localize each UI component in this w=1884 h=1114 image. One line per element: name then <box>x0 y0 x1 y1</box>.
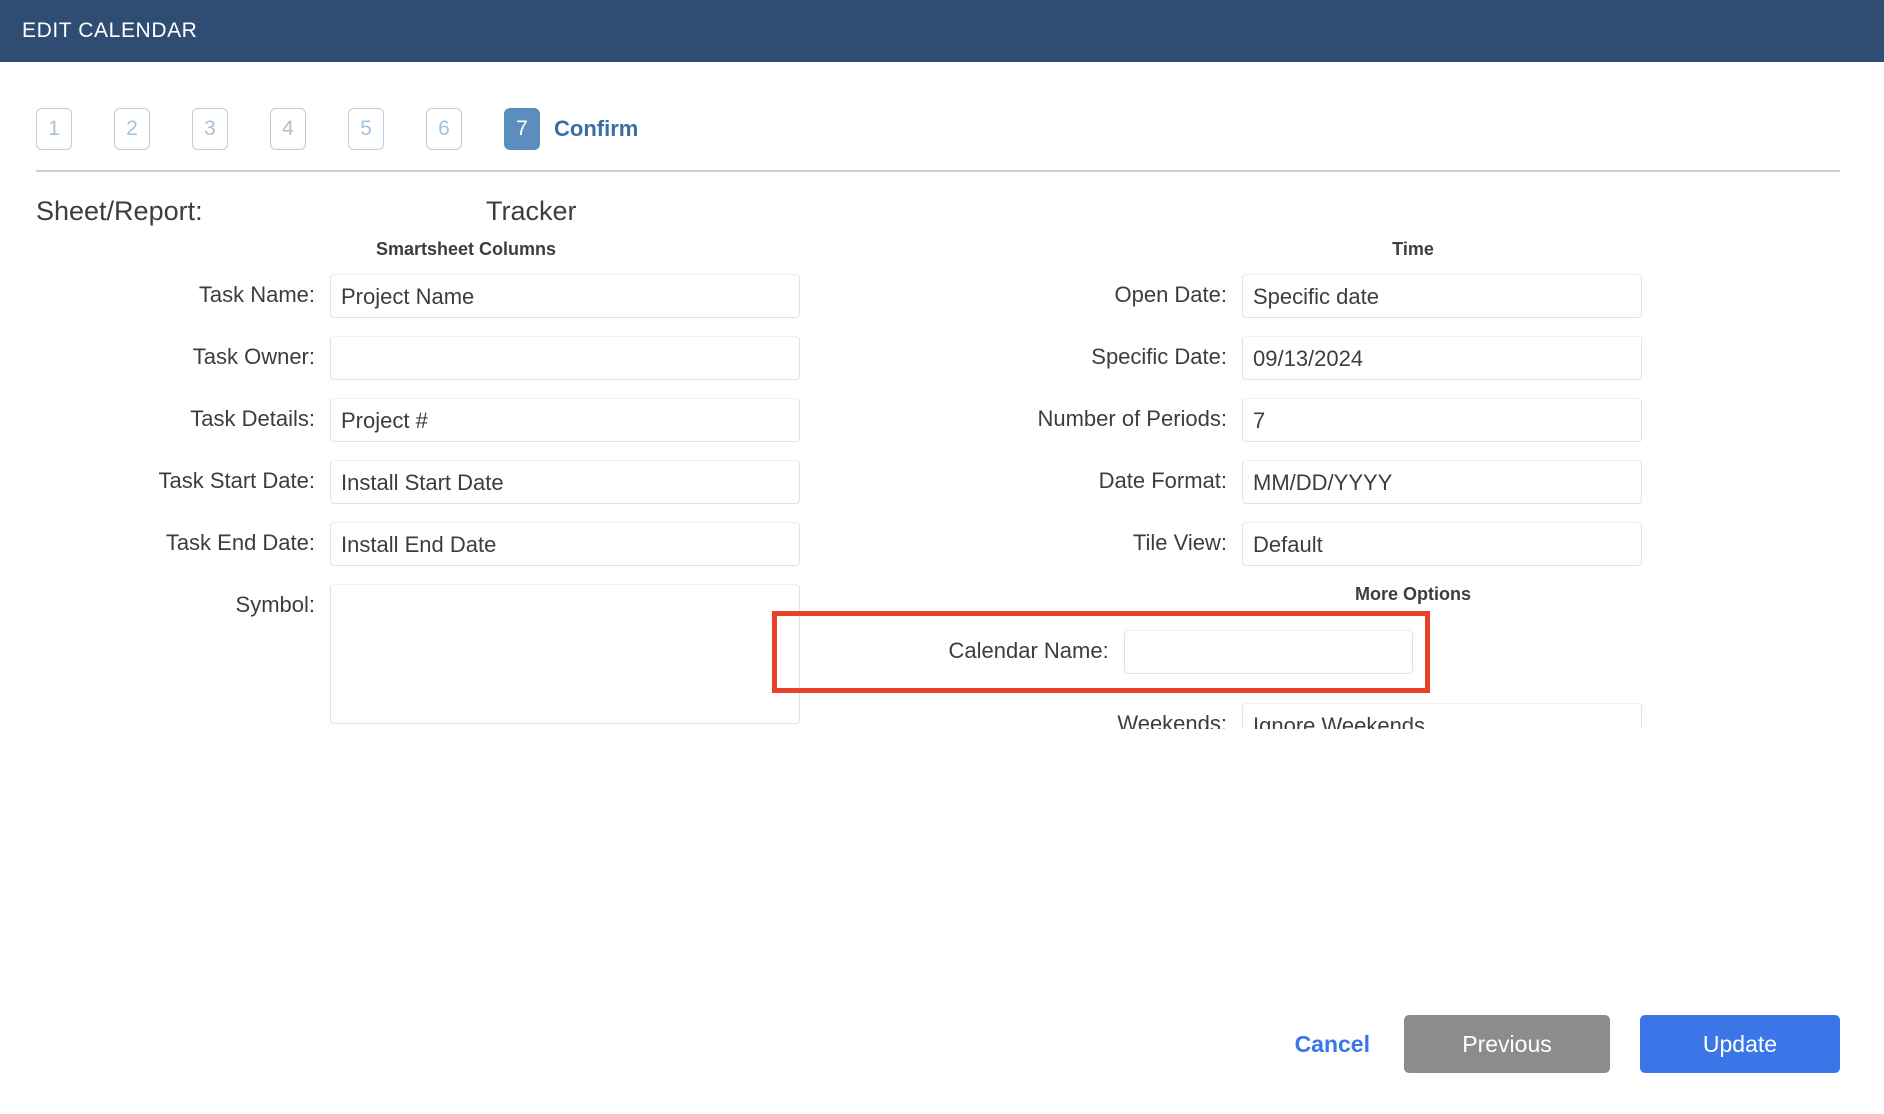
update-button[interactable]: Update <box>1640 1015 1840 1073</box>
field-task-end-date-label: Task End Date: <box>165 530 315 555</box>
field-task-owner-label: Task Owner: <box>192 344 315 369</box>
field-tile-view: Tile View: Default <box>942 522 1884 566</box>
field-tile-view-input[interactable]: Default <box>1242 522 1642 566</box>
field-specific-date-input[interactable]: 09/13/2024 <box>1242 336 1642 380</box>
step-2[interactable]: 2 <box>114 108 150 150</box>
step-7-label: Confirm <box>554 116 639 141</box>
field-task-name-label: Task Name: <box>198 282 315 307</box>
window-titlebar: EDIT CALENDAR <box>0 0 1884 62</box>
field-task-details-input[interactable]: Project # <box>330 398 800 442</box>
field-date-format-label: Date Format: <box>1098 468 1227 493</box>
time-options-panel: Time Open Date: Specific date Specific D… <box>772 239 1884 729</box>
step-6[interactable]: 6 <box>426 108 462 150</box>
field-task-name: Task Name: Project Name <box>0 274 942 318</box>
field-date-format: Date Format: MM/DD/YYYY <box>942 460 1884 504</box>
step-indicator: 1 2 3 4 5 6 7 Confirm <box>0 62 1884 158</box>
field-calendar-name: Calendar Name: <box>787 630 1413 674</box>
field-task-end-date: Task End Date: Install End Date <box>0 522 942 566</box>
sheet-report-value: Tracker <box>486 196 577 226</box>
field-task-details-label: Task Details: <box>190 406 315 431</box>
field-task-start-date-label: Task Start Date: <box>158 468 315 493</box>
field-specific-date-label: Specific Date: <box>1091 344 1227 369</box>
field-task-owner-input[interactable] <box>330 336 800 380</box>
sheet-report-row: Sheet/Report: Tracker <box>0 172 1884 227</box>
step-1[interactable]: 1 <box>36 108 72 150</box>
step-5[interactable]: 5 <box>348 108 384 150</box>
step-3[interactable]: 3 <box>192 108 228 150</box>
field-number-of-periods-label: Number of Periods: <box>1037 406 1227 431</box>
sheet-report-label: Sheet/Report: <box>36 196 203 226</box>
field-task-details: Task Details: Project # <box>0 398 942 442</box>
field-calendar-name-label: Calendar Name: <box>948 638 1109 663</box>
step-7-active[interactable]: 7 <box>504 108 540 150</box>
field-specific-date: Specific Date: 09/13/2024 <box>942 336 1884 380</box>
field-open-date-input[interactable]: Specific date <box>1242 274 1642 318</box>
field-weekends: Weekends: Ignore Weekends <box>942 703 1884 729</box>
more-options-title: More Options <box>1355 584 1471 604</box>
time-section-title: Time <box>1392 239 1434 259</box>
field-task-start-date-input[interactable]: Install Start Date <box>330 460 800 504</box>
calendar-name-highlight: Calendar Name: <box>772 611 1430 693</box>
step-4[interactable]: 4 <box>270 108 306 150</box>
form-scroll-area[interactable]: Smartsheet Columns Task Name: Project Na… <box>0 239 1884 729</box>
field-task-end-date-input[interactable]: Install End Date <box>330 522 800 566</box>
field-task-start-date: Task Start Date: Install Start Date <box>0 460 942 504</box>
field-number-of-periods: Number of Periods: 7 <box>942 398 1884 442</box>
field-tile-view-label: Tile View: <box>1132 530 1227 555</box>
field-symbol-label: Symbol: <box>235 592 315 617</box>
field-task-owner: Task Owner: <box>0 336 942 380</box>
dialog-footer: Cancel Previous Update <box>0 974 1884 1114</box>
field-date-format-input[interactable]: MM/DD/YYYY <box>1242 460 1642 504</box>
field-open-date-label: Open Date: <box>1114 282 1227 307</box>
cancel-button[interactable]: Cancel <box>1291 1021 1374 1068</box>
field-calendar-name-input[interactable] <box>1123 630 1413 674</box>
field-number-of-periods-input[interactable]: 7 <box>1242 398 1642 442</box>
field-weekends-label: Weekends: <box>1117 711 1227 729</box>
previous-button[interactable]: Previous <box>1404 1015 1610 1073</box>
field-open-date: Open Date: Specific date <box>942 274 1884 318</box>
window-title: EDIT CALENDAR <box>22 19 198 42</box>
smartsheet-columns-title: Smartsheet Columns <box>375 239 557 259</box>
field-symbol-input[interactable] <box>330 584 800 724</box>
field-task-name-input[interactable]: Project Name <box>330 274 800 318</box>
field-weekends-input[interactable]: Ignore Weekends <box>1242 703 1642 729</box>
